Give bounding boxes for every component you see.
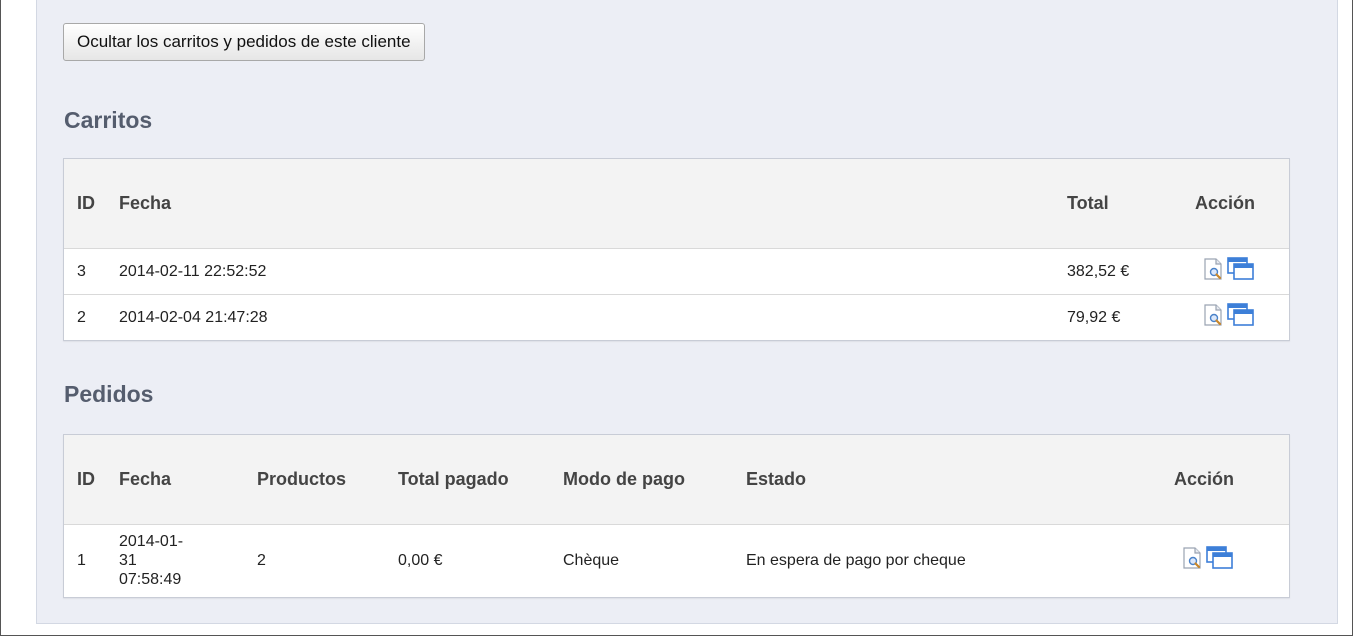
column-header-total-paid: Total pagado — [385, 435, 550, 524]
order-products: 2 — [244, 523, 385, 597]
column-header-date: Fecha — [106, 159, 1054, 248]
window-icon[interactable] — [1206, 546, 1234, 575]
column-header-date: Fecha — [106, 435, 244, 524]
order-total-paid: 0,00 € — [385, 523, 550, 597]
cart-row[interactable]: 3 2014-02-11 22:52:52 382,52 € — [64, 247, 1289, 294]
column-header-id: ID — [64, 159, 106, 248]
cart-date: 2014-02-04 21:47:28 — [106, 293, 1054, 340]
order-payment: Chèque — [550, 523, 733, 597]
view-icon[interactable] — [1181, 546, 1203, 575]
customer-carts-orders-panel: Ocultar los carritos y pedidos de este c… — [36, 0, 1338, 624]
orders-title: Pedidos — [64, 381, 154, 407]
view-icon[interactable] — [1202, 303, 1224, 332]
window-icon[interactable] — [1227, 256, 1255, 286]
column-header-total: Total — [1054, 159, 1182, 248]
order-date: 2014-01-31 07:58:49 — [106, 523, 244, 597]
order-id: 1 — [64, 523, 106, 597]
cart-total: 79,92 € — [1054, 293, 1182, 340]
orders-header-row: ID Fecha Productos Total pagado Modo de … — [64, 435, 1289, 524]
cart-date: 2014-02-11 22:52:52 — [106, 247, 1054, 294]
column-header-action: Acción — [1182, 159, 1289, 248]
view-icon[interactable] — [1202, 257, 1224, 286]
orders-table: ID Fecha Productos Total pagado Modo de … — [63, 434, 1290, 598]
column-header-id: ID — [64, 435, 106, 524]
action-cell — [1182, 247, 1289, 294]
order-status: En espera de pago por cheque — [733, 523, 1161, 597]
hide-carts-orders-button[interactable]: Ocultar los carritos y pedidos de este c… — [63, 23, 425, 61]
column-header-payment: Modo de pago — [550, 435, 733, 524]
carts-table: ID Fecha Total Acción 3 2014-02-11 22:52:… — [63, 158, 1290, 341]
carts-header-row: ID Fecha Total Acción — [64, 159, 1289, 248]
carts-title: Carritos — [64, 107, 153, 133]
column-header-action: Acción — [1161, 435, 1289, 524]
cart-id: 2 — [64, 293, 106, 340]
cart-id: 3 — [64, 247, 106, 294]
cart-total: 382,52 € — [1054, 247, 1182, 294]
cart-row[interactable]: 2 2014-02-04 21:47:28 79,92 € — [64, 293, 1289, 340]
column-header-products: Productos — [244, 435, 385, 524]
order-row[interactable]: 1 2014-01-31 07:58:49 2 0,00 € Chèque En espe… — [64, 523, 1289, 597]
action-cell — [1161, 523, 1289, 597]
column-header-status: Estado — [733, 435, 1161, 524]
action-cell — [1182, 293, 1289, 340]
window-icon[interactable] — [1227, 302, 1255, 332]
